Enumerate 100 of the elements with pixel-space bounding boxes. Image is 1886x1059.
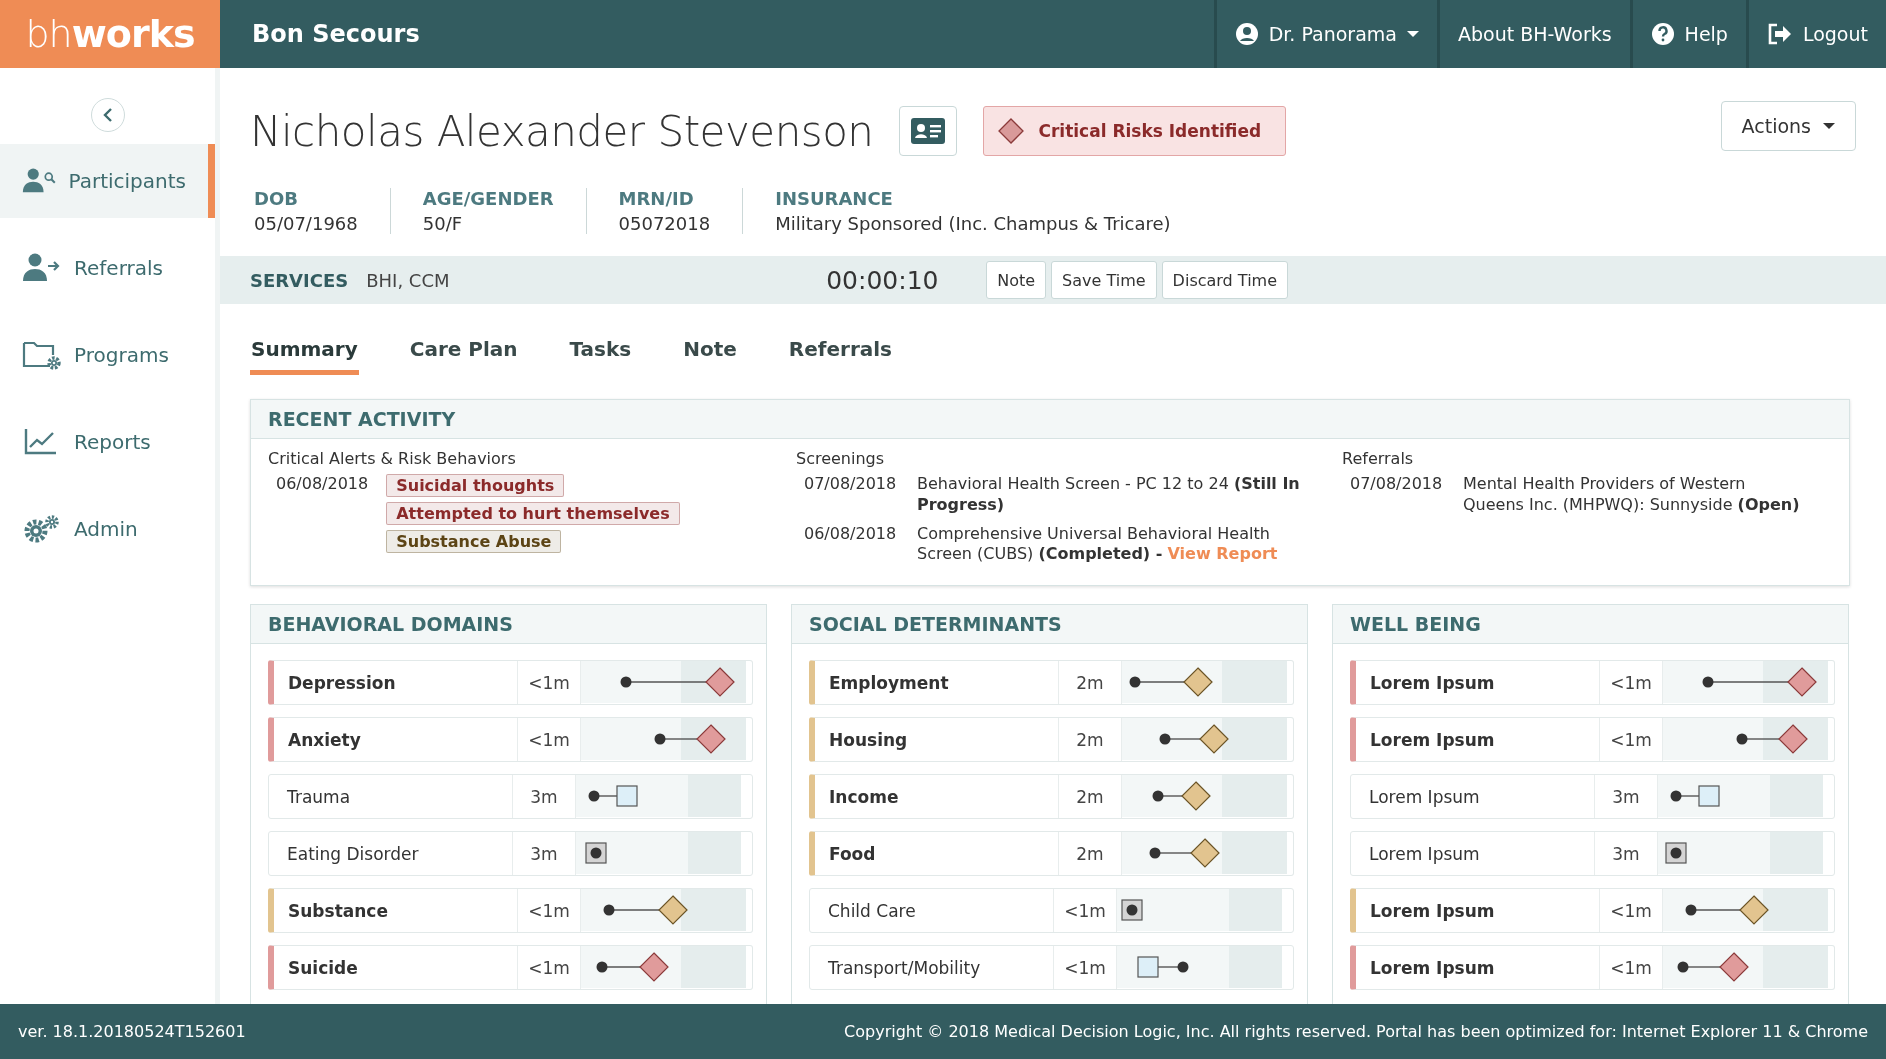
domain-name: Lorem Ipsum xyxy=(1370,900,1495,921)
domain-name: Anxiety xyxy=(288,729,361,750)
screening-text: Comprehensive Universal Behavioral Health Screen (CUBS) (Completed) - View Report xyxy=(917,523,1279,566)
organization-name: Bon Secours xyxy=(252,20,420,48)
field-value: 05/07/1968 xyxy=(254,213,358,234)
trend-line xyxy=(1169,738,1201,740)
user-icon xyxy=(1234,22,1259,46)
time-text: <1m xyxy=(1610,957,1652,978)
trend-line xyxy=(1157,966,1179,968)
time-text: <1m xyxy=(528,957,570,978)
date-text: 07/08/2018 xyxy=(1350,474,1444,495)
sidebar-item[interactable]: Referrals xyxy=(0,231,215,305)
tab[interactable]: Summary xyxy=(250,331,359,375)
time-text: <1m xyxy=(1610,672,1652,693)
domain-name: Income xyxy=(829,786,899,807)
time-text: 2m xyxy=(1076,843,1104,864)
referral-text: Mental Health Providers of Western Queens Inc. (MHPWQ): Sunnyside (Open) xyxy=(1463,474,1801,516)
sidebar-item[interactable]: Reports xyxy=(0,405,215,479)
logout-icon xyxy=(1766,23,1793,45)
card-title: RECENT ACTIVITY xyxy=(251,400,1849,439)
time-text: <1m xyxy=(1064,957,1106,978)
time-text: 3m xyxy=(530,786,558,807)
trend-line xyxy=(664,738,698,740)
trend-line xyxy=(1687,966,1721,968)
help-link[interactable]: Help xyxy=(1629,0,1746,68)
patient-name: Nicholas Alexander Stevenson xyxy=(250,106,874,156)
help-icon xyxy=(1650,22,1675,46)
tab[interactable]: Referrals xyxy=(787,331,894,375)
trend-line xyxy=(1162,795,1183,797)
domain-name: Lorem Ipsum xyxy=(1369,786,1480,807)
card-title: BEHAVIORAL DOMAINS xyxy=(251,605,766,645)
date-text: 06/08/2018 xyxy=(276,474,369,495)
sidebar-item[interactable]: Programs xyxy=(0,318,215,392)
chevron-left-icon xyxy=(101,107,114,123)
domain-name: Transport/Mobility xyxy=(828,957,981,978)
timer-button[interactable]: Discard Time xyxy=(1161,261,1288,299)
time-text: 3m xyxy=(1612,786,1640,807)
time-text: 2m xyxy=(1076,672,1104,693)
user-menu[interactable]: Dr. Panorama xyxy=(1213,0,1437,68)
column-heading: Critical Alerts & Risk Behaviors xyxy=(268,449,517,468)
field-label: MRN/ID xyxy=(618,188,695,209)
timer-button[interactable]: Note xyxy=(986,261,1047,299)
id-card-button[interactable] xyxy=(899,106,958,156)
folder-gear-icon xyxy=(22,339,62,371)
services-label: SERVICES xyxy=(250,269,349,291)
logout-link[interactable]: Logout xyxy=(1745,0,1886,68)
domain-name: Child Care xyxy=(828,900,916,921)
sidebar-item[interactable]: Admin xyxy=(0,492,215,566)
trend-line xyxy=(1746,738,1780,740)
tab[interactable]: Care Plan xyxy=(408,331,519,375)
field-label: DOB xyxy=(254,188,299,209)
field-value: 50/F xyxy=(422,213,464,234)
time-text: <1m xyxy=(1610,900,1652,921)
screening-text: Behavioral Health Screen - PC 12 to 24 (Still In Progress) xyxy=(917,474,1301,516)
version-text: ver. 18.1.20180524T152601 xyxy=(18,1022,246,1041)
critical-risks-badge: Critical Risks Identified xyxy=(983,106,1287,156)
diamond-icon xyxy=(998,118,1025,144)
domain-name: Employment xyxy=(829,672,949,693)
domain-name: Substance xyxy=(288,900,388,921)
risk-tag: Attempted to hurt themselves xyxy=(386,502,680,525)
column-heading: Referrals xyxy=(1342,449,1415,468)
field-label: AGE/GENDER xyxy=(422,188,554,209)
field-label: INSURANCE xyxy=(775,188,894,209)
domain-name: Lorem Ipsum xyxy=(1370,672,1495,693)
risk-tag: Suicidal thoughts xyxy=(386,474,565,497)
domain-name: Eating Disorder xyxy=(287,843,419,864)
domain-name: Lorem Ipsum xyxy=(1370,729,1495,750)
domain-name: Depression xyxy=(288,672,396,693)
column-heading: Screenings xyxy=(796,449,886,468)
about-link[interactable]: About BH-Works xyxy=(1436,0,1630,68)
person-arrow-icon xyxy=(22,252,62,284)
field-value: Military Sponsored (Inc. Champus & Tricare) xyxy=(775,213,1171,234)
time-text: 2m xyxy=(1076,786,1104,807)
trend-line xyxy=(598,795,618,797)
domain-name: Trauma xyxy=(287,786,351,807)
time-text: 3m xyxy=(1612,843,1640,864)
time-text: 2m xyxy=(1076,729,1104,750)
time-text: <1m xyxy=(528,729,570,750)
time-text: 3m xyxy=(530,843,558,864)
actions-dropdown[interactable]: Actions xyxy=(1720,101,1856,151)
time-text: <1m xyxy=(1064,900,1106,921)
timer-text: 00:00:10 xyxy=(826,265,940,295)
trend-line xyxy=(613,909,660,911)
copyright-text: Copyright © 2018 Medical Decision Logic, Inc. All rights reserved. Portal has been optimized for: Internet Explorer 11 & Chrome xyxy=(844,1022,1868,1041)
time-text: <1m xyxy=(528,900,570,921)
trend-line xyxy=(1139,681,1185,683)
services-value: BHI, CCM xyxy=(366,269,451,291)
collapse-button[interactable] xyxy=(90,98,125,132)
field-value: 05072018 xyxy=(618,213,711,234)
timer-button[interactable]: Save Time xyxy=(1051,261,1157,299)
domain-name: Food xyxy=(829,843,876,864)
time-text: <1m xyxy=(1610,729,1652,750)
time-text: <1m xyxy=(528,672,570,693)
card-title: WELL BEING xyxy=(1333,605,1848,645)
tab[interactable]: Note xyxy=(682,331,738,375)
sidebar-item[interactable]: Participants xyxy=(0,144,215,218)
tab[interactable]: Tasks xyxy=(568,331,633,375)
domain-name: Suicide xyxy=(288,957,358,978)
domain-name: Lorem Ipsum xyxy=(1370,957,1495,978)
risk-tag: Substance Abuse xyxy=(386,530,562,553)
